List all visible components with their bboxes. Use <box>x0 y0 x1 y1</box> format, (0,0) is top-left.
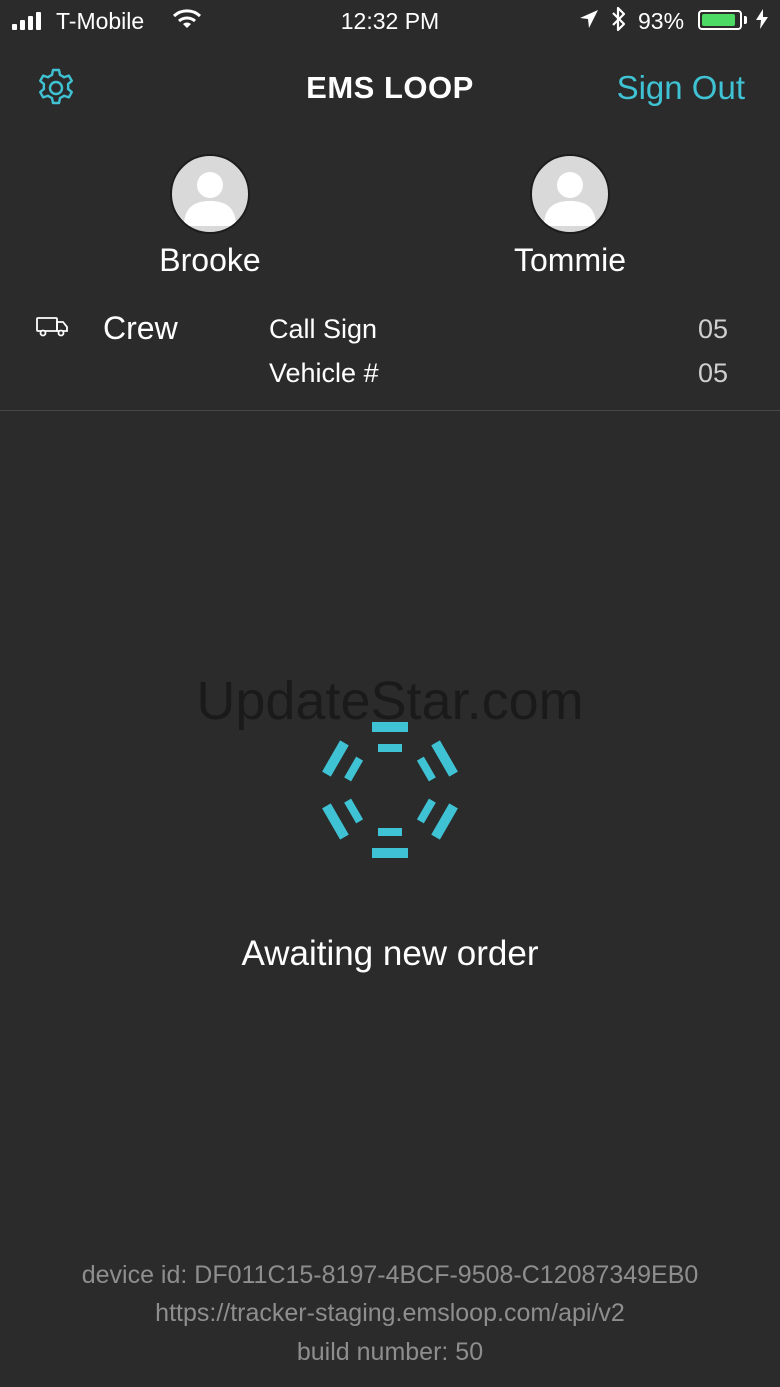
location-arrow-icon <box>578 8 600 36</box>
battery-icon <box>698 10 742 30</box>
status-bar: T-Mobile 12:32 PM 93% <box>0 0 780 44</box>
crew-member-tommie[interactable]: Tommie <box>480 154 660 279</box>
truck-icon <box>35 314 69 343</box>
battery-percent: 93% <box>638 8 685 34</box>
bluetooth-icon <box>610 6 628 38</box>
avatar <box>170 154 250 234</box>
call-sign-value: 05 <box>697 314 728 344</box>
loading-spinner-icon <box>318 718 462 867</box>
crew-label: Crew <box>103 310 178 346</box>
vehicle-number-label: Vehicle # <box>269 358 379 388</box>
battery-cap <box>744 16 747 24</box>
person-placeholder-icon <box>184 172 236 226</box>
vehicle-number-value: 05 <box>697 358 728 388</box>
section-divider <box>0 410 780 411</box>
crew-member-name: Tommie <box>513 242 626 278</box>
sign-out-button[interactable]: Sign Out <box>617 69 745 107</box>
avatar <box>530 154 610 234</box>
device-id-text: device id: DF011C15-8197-4BCF-9508-C1208… <box>81 1261 699 1289</box>
battery-level-fill <box>702 14 736 26</box>
app-screen: T-Mobile 12:32 PM 93% EMS LOOP Sign Out … <box>0 0 780 1387</box>
person-placeholder-icon <box>544 172 596 226</box>
api-url-text: https://tracker-staging.emsloop.com/api/… <box>155 1299 625 1327</box>
build-number-text: build number: 50 <box>296 1338 484 1366</box>
crew-member-brooke[interactable]: Brooke <box>120 154 300 279</box>
status-message: Awaiting new order <box>241 934 539 973</box>
charging-bolt-icon <box>755 8 769 36</box>
call-sign-label: Call Sign <box>269 314 378 344</box>
crew-member-name: Brooke <box>159 242 261 278</box>
